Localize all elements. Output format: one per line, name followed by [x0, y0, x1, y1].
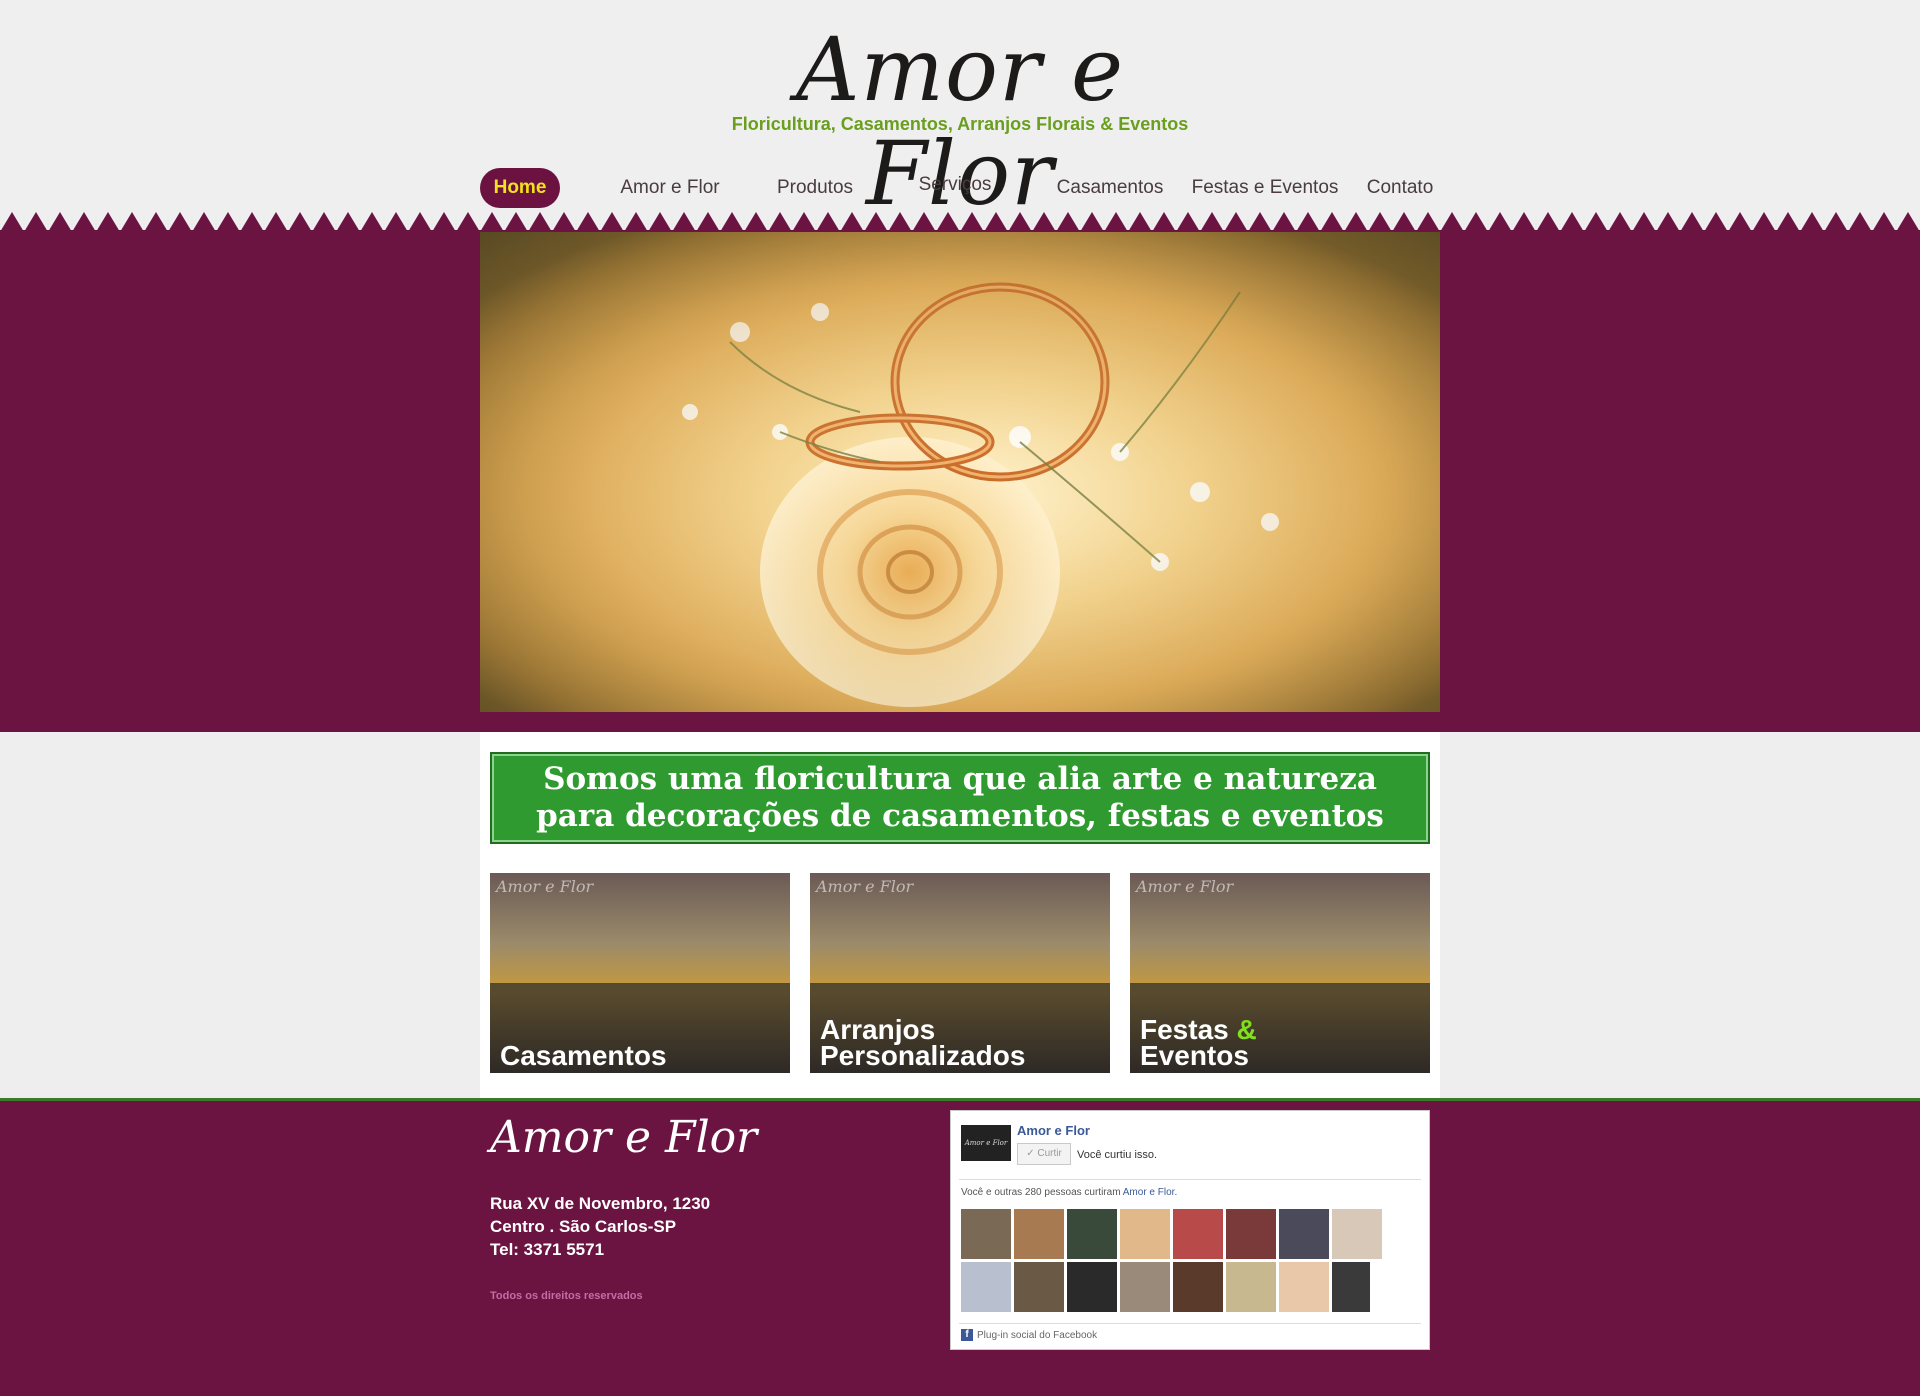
card-label: Casamentos	[500, 1040, 667, 1071]
address-line-2: Centro . São Carlos-SP	[490, 1217, 677, 1236]
card-watermark: Amor e Flor	[1136, 877, 1234, 896]
fb-avatar[interactable]	[1120, 1262, 1170, 1312]
main-nav: Home Amor e Flor Produtos Serviços Casam…	[480, 168, 1440, 208]
footer-logo[interactable]: Amor e Flor	[490, 1112, 757, 1163]
facebook-icon: f	[961, 1329, 973, 1341]
nav-festas-eventos[interactable]: Festas e Eventos	[1180, 168, 1350, 208]
fb-avatar[interactable]	[961, 1262, 1011, 1312]
fb-liked-text: Você curtiu isso.	[1077, 1149, 1158, 1161]
fb-avatar[interactable]	[1173, 1209, 1223, 1259]
nav-servicos[interactable]: Serviços	[890, 165, 1020, 205]
nav-home[interactable]: Home	[480, 168, 560, 208]
fb-like-count: Você e outras 280 pessoas curtiram Amor …	[961, 1187, 1177, 1198]
fb-avatar[interactable]	[1332, 1262, 1370, 1312]
card-label: Festas & Eventos	[1140, 1016, 1257, 1071]
fb-page-thumbnail[interactable]: Amor e Flor	[961, 1125, 1011, 1161]
fb-avatar[interactable]	[1014, 1209, 1064, 1259]
fb-avatar[interactable]	[1332, 1209, 1382, 1259]
intro-line-2: para decorações de casamentos, festas e …	[536, 798, 1384, 834]
fb-avatar[interactable]	[1279, 1209, 1329, 1259]
rings-roses-illustration	[480, 232, 1440, 712]
fb-avatar[interactable]	[1120, 1209, 1170, 1259]
site-tagline: Floricultura, Casamentos, Arranjos Flora…	[731, 114, 1189, 134]
fb-avatar[interactable]	[1279, 1262, 1329, 1312]
fb-plugin-credit: f Plug-in social do Facebook	[961, 1329, 1097, 1341]
fb-count-text: Você e outras 280 pessoas curtiram	[961, 1187, 1123, 1198]
zigzag-divider	[0, 208, 1920, 232]
fb-avatar[interactable]	[1067, 1262, 1117, 1312]
facebook-like-box: Amor e Flor Amor e Flor ✓ Curtir Você cu…	[950, 1110, 1430, 1350]
card-casamentos[interactable]: Amor e Flor Casamentos	[490, 873, 790, 1073]
fb-page-name[interactable]: Amor e Flor	[1017, 1123, 1090, 1138]
card-watermark: Amor e Flor	[816, 877, 914, 896]
fb-plugin-text: Plug-in social do Facebook	[977, 1329, 1098, 1341]
intro-banner: Somos uma floricultura que alia arte e n…	[490, 752, 1430, 844]
fb-count-link[interactable]: Amor e Flor.	[1123, 1187, 1177, 1198]
card-arranjos-personalizados[interactable]: Amor e Flor Arranjos Personalizados	[810, 873, 1110, 1073]
intro-line-1: Somos uma floricultura que alia arte e n…	[543, 761, 1377, 797]
fb-avatar[interactable]	[1173, 1262, 1223, 1312]
nav-casamentos[interactable]: Casamentos	[1040, 168, 1180, 208]
hero-image	[480, 232, 1440, 712]
header: Amor e Flor Floricultura, Casamentos, Ar…	[0, 0, 1920, 225]
card-label-line-2: Personalizados	[820, 1040, 1026, 1071]
card-watermark: Amor e Flor	[496, 877, 594, 896]
divider	[959, 1179, 1421, 1180]
fb-avatar[interactable]	[1014, 1262, 1064, 1312]
phone: Tel: 3371 5571	[490, 1240, 605, 1259]
footer-address: Rua XV de Novembro, 1230 Centro . São Ca…	[490, 1192, 710, 1261]
nav-amor-e-flor[interactable]: Amor e Flor	[600, 168, 740, 208]
nav-contato[interactable]: Contato	[1350, 168, 1450, 208]
card-label-line-1: Casamentos	[500, 1040, 667, 1071]
divider	[959, 1323, 1421, 1324]
fb-avatar[interactable]	[1067, 1209, 1117, 1259]
address-line-1: Rua XV de Novembro, 1230	[490, 1194, 711, 1213]
card-label-line-2: Eventos	[1140, 1040, 1249, 1071]
fb-avatar[interactable]	[1226, 1209, 1276, 1259]
fb-like-button[interactable]: ✓ Curtir	[1017, 1143, 1071, 1165]
nav-produtos[interactable]: Produtos	[750, 168, 880, 208]
card-label: Arranjos Personalizados	[820, 1016, 1026, 1071]
copyright: Todos os direitos reservados	[490, 1290, 643, 1302]
fb-avatar[interactable]	[961, 1209, 1011, 1259]
card-festas-eventos[interactable]: Amor e Flor Festas & Eventos	[1130, 873, 1430, 1073]
fb-avatar[interactable]	[1226, 1262, 1276, 1312]
